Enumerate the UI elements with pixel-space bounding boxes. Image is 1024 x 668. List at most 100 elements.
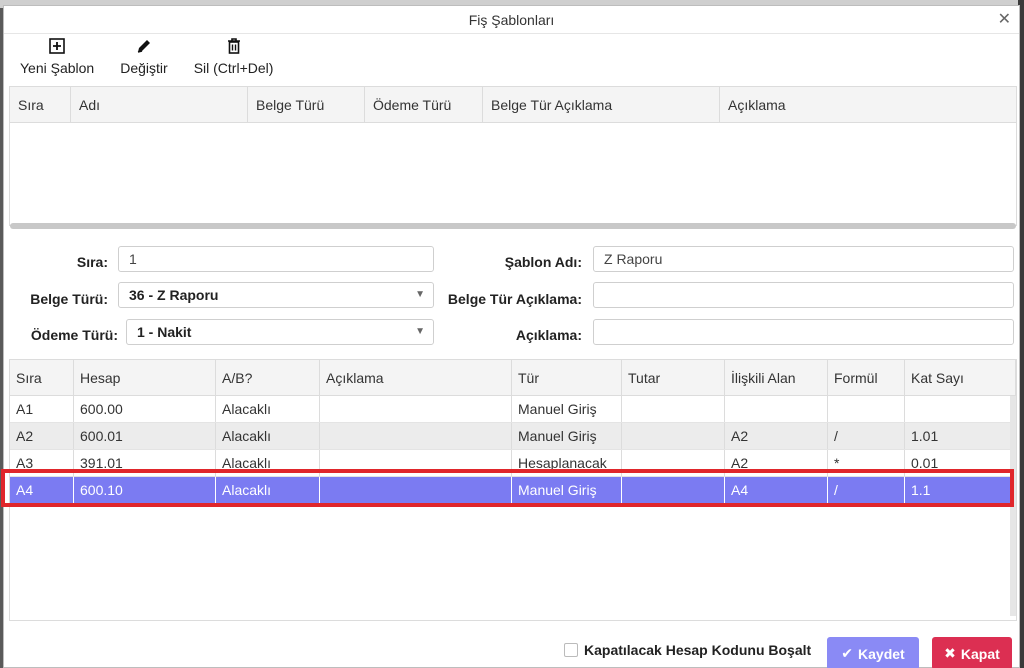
cell-hesap: 600.01 <box>74 423 216 449</box>
cell-hesap: 600.10 <box>74 477 216 503</box>
dialog-title: Fiş Şablonları <box>468 12 555 28</box>
close-icon[interactable]: ✕ <box>998 6 1011 34</box>
trash-icon <box>226 36 242 56</box>
cell-tur: Manuel Giriş <box>512 477 622 503</box>
table-row-selected[interactable]: A4 600.10 Alacaklı Manuel Giriş A4 / 1.1 <box>10 477 1016 504</box>
cell-ab: Alacaklı <box>216 396 320 422</box>
cell-tutar <box>622 477 725 503</box>
close-label: Kapat <box>960 645 1000 662</box>
cell-tur: Manuel Giriş <box>512 423 622 449</box>
templates-dialog: Fiş Şablonları ✕ Yeni Şablon Değiştir Si… <box>3 5 1020 668</box>
cell-sira: A4 <box>10 477 74 503</box>
check-icon: ✔ <box>841 645 854 661</box>
odeme-turu-select[interactable]: 1 - Nakit ▼ <box>126 319 434 345</box>
checkbox-box[interactable] <box>564 643 578 657</box>
templates-grid: Sıra Adı Belge Türü Ödeme Türü Belge Tür… <box>9 86 1017 229</box>
cell-kat-sayi: 1.01 <box>905 423 1016 449</box>
cell-hesap: 391.01 <box>74 450 216 476</box>
new-template-label: Yeni Şablon <box>20 60 95 76</box>
lines-grid-header: Sıra Hesap A/B? Açıklama Tür Tutar İlişk… <box>10 360 1016 396</box>
dialog-titlebar: Fiş Şablonları ✕ <box>4 6 1019 34</box>
plus-square-icon <box>49 36 65 56</box>
cell-formul: / <box>828 423 905 449</box>
column-header-hesap[interactable]: Hesap <box>74 360 216 395</box>
cell-aciklama <box>320 423 512 449</box>
cell-tutar <box>622 396 725 422</box>
sira-input[interactable]: 1 <box>118 246 434 272</box>
column-header-aciklama[interactable]: Açıklama <box>720 87 1016 123</box>
cell-iliskili-alan: A4 <box>725 477 828 503</box>
cell-aciklama <box>320 396 512 422</box>
column-header-ab[interactable]: A/B? <box>216 360 320 395</box>
delete-button[interactable]: Sil (Ctrl+Del) <box>190 36 278 84</box>
checkbox-label: Kapatılacak Hesap Kodunu Boşalt <box>584 642 812 658</box>
cell-formul: * <box>828 450 905 476</box>
cell-aciklama <box>320 450 512 476</box>
cell-ab: Alacaklı <box>216 477 320 503</box>
cell-aciklama <box>320 477 512 503</box>
column-header-adi[interactable]: Adı <box>71 87 248 123</box>
column-header-tutar[interactable]: Tutar <box>622 360 725 395</box>
delete-label: Sil (Ctrl+Del) <box>193 60 274 76</box>
cell-iliskili-alan: A2 <box>725 450 828 476</box>
cell-tur: Hesaplanacak <box>512 450 622 476</box>
aciklama-input[interactable] <box>593 319 1014 345</box>
cell-tutar <box>622 450 725 476</box>
belge-tur-aciklama-label: Belge Tür Açıklama: <box>447 291 582 307</box>
table-row[interactable]: A3 391.01 Alacaklı Hesaplanacak A2 * 0.0… <box>10 450 1016 477</box>
template-form: Sıra: 1 Belge Türü: 36 - Z Raporu ▼ Ödem… <box>4 238 1019 350</box>
column-header-odeme-turu[interactable]: Ödeme Türü <box>365 87 483 123</box>
cell-ab: Alacaklı <box>216 450 320 476</box>
column-header-iliskili-alan[interactable]: İlişkili Alan <box>725 360 828 395</box>
pencil-icon <box>135 36 153 56</box>
column-header-belge-turu[interactable]: Belge Türü <box>248 87 365 123</box>
belge-turu-label: Belge Türü: <box>30 291 108 307</box>
chevron-down-icon: ▼ <box>415 326 425 337</box>
cell-kat-sayi <box>905 396 1016 422</box>
table-row[interactable]: A2 600.01 Alacaklı Manuel Giriş A2 / 1.0… <box>10 423 1016 450</box>
column-header-aciklama[interactable]: Açıklama <box>320 360 512 395</box>
cell-formul <box>828 396 905 422</box>
belge-turu-value: 36 - Z Raporu <box>129 287 219 303</box>
column-header-kat-sayi[interactable]: Kat Sayı <box>905 360 1016 395</box>
aciklama-label: Açıklama: <box>515 327 582 343</box>
toolbar: Yeni Şablon Değiştir Sil (Ctrl+Del) <box>16 36 277 84</box>
cell-tutar <box>622 423 725 449</box>
cell-kat-sayi: 1.1 <box>905 477 1016 503</box>
cell-hesap: 600.00 <box>74 396 216 422</box>
sablon-adi-label: Şablon Adı: <box>504 254 582 270</box>
cell-iliskili-alan: A2 <box>725 423 828 449</box>
cell-ab: Alacaklı <box>216 423 320 449</box>
belge-turu-select[interactable]: 36 - Z Raporu ▼ <box>118 282 434 308</box>
column-header-formul[interactable]: Formül <box>828 360 905 395</box>
dialog-footer: Kapatılacak Hesap Kodunu Boşalt ✔ Kaydet… <box>4 626 1019 668</box>
save-button[interactable]: ✔ Kaydet <box>827 637 919 668</box>
lines-grid: Sıra Hesap A/B? Açıklama Tür Tutar İlişk… <box>9 359 1017 621</box>
column-header-sira[interactable]: Sıra <box>10 360 74 395</box>
cell-sira: A2 <box>10 423 74 449</box>
cell-iliskili-alan <box>725 396 828 422</box>
odeme-turu-value: 1 - Nakit <box>137 324 192 340</box>
edit-button[interactable]: Değiştir <box>116 36 171 84</box>
close-icon: ✖ <box>944 645 956 661</box>
belge-tur-aciklama-input[interactable] <box>593 282 1014 308</box>
save-label: Kaydet <box>858 645 905 662</box>
cell-tur: Manuel Giriş <box>512 396 622 422</box>
cell-kat-sayi: 0.01 <box>905 450 1016 476</box>
cell-sira: A3 <box>10 450 74 476</box>
horizontal-scrollbar[interactable] <box>10 223 1016 229</box>
sablon-adi-input[interactable]: Z Raporu <box>593 246 1014 272</box>
close-button[interactable]: ✖ Kapat <box>932 637 1012 668</box>
column-header-sira[interactable]: Sıra <box>10 87 71 123</box>
column-header-belge-tur-aciklama[interactable]: Belge Tür Açıklama <box>483 87 720 123</box>
new-template-button[interactable]: Yeni Şablon <box>16 36 98 84</box>
chevron-down-icon: ▼ <box>415 289 425 300</box>
clear-account-code-checkbox[interactable]: Kapatılacak Hesap Kodunu Boşalt <box>564 642 811 658</box>
edit-label: Değiştir <box>120 60 168 76</box>
cell-formul: / <box>828 477 905 503</box>
column-header-tur[interactable]: Tür <box>512 360 622 395</box>
odeme-turu-label: Ödeme Türü: <box>30 327 118 343</box>
table-row[interactable]: A1 600.00 Alacaklı Manuel Giriş <box>10 396 1016 423</box>
sira-label: Sıra: <box>76 254 108 270</box>
vertical-scrollbar[interactable] <box>1010 396 1016 616</box>
